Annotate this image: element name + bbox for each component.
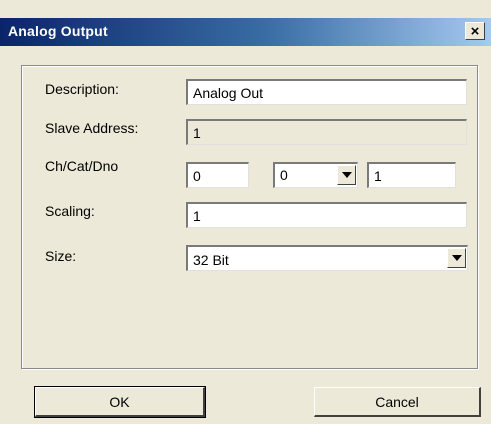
channel-input[interactable] <box>186 162 249 188</box>
size-value: 32 Bit <box>193 252 229 268</box>
ch-cat-dno-label: Ch/Cat/Dno <box>45 158 119 174</box>
slave-address-field <box>186 119 467 145</box>
dno-input[interactable] <box>367 162 456 188</box>
analog-output-dialog: Analog Output × Description: Slave Addre… <box>0 0 491 424</box>
description-label: Description: <box>45 81 119 97</box>
category-value: 0 <box>280 167 288 183</box>
scaling-input[interactable] <box>186 202 467 228</box>
chevron-down-icon <box>342 172 352 178</box>
size-select[interactable]: 32 Bit <box>186 245 468 271</box>
close-button[interactable]: × <box>465 22 485 40</box>
close-icon: × <box>470 22 480 40</box>
chevron-down-icon <box>452 255 462 261</box>
window-title: Analog Output <box>8 23 108 39</box>
ok-button[interactable]: OK <box>34 386 206 418</box>
category-select[interactable]: 0 <box>273 162 358 188</box>
scaling-label: Scaling: <box>45 203 95 219</box>
cancel-button[interactable]: Cancel <box>314 387 481 417</box>
slave-address-label: Slave Address: <box>45 120 139 136</box>
description-input[interactable] <box>186 79 467 105</box>
size-label: Size: <box>45 248 77 264</box>
size-dropdown-button[interactable] <box>447 248 466 268</box>
category-dropdown-button[interactable] <box>337 165 356 185</box>
title-bar[interactable]: Analog Output × <box>0 18 491 46</box>
